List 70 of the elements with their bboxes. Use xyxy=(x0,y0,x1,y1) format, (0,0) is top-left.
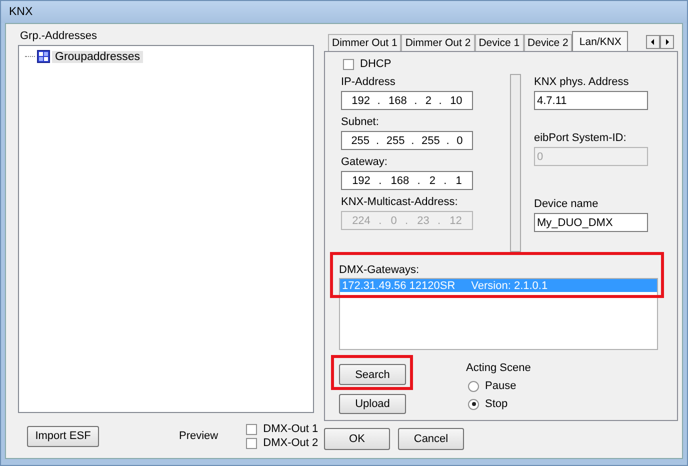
panel-title: Grp.-Addresses xyxy=(20,30,98,42)
tab[interactable]: Dimmer Out 1 xyxy=(328,34,402,51)
octet-separator: . xyxy=(444,174,448,186)
field-label: IP-Address xyxy=(341,76,396,88)
grid-icon xyxy=(37,50,50,63)
tab-scroll-arrows[interactable] xyxy=(646,34,674,48)
octet-value: 23 xyxy=(417,214,430,226)
octet-separator: . xyxy=(404,214,409,226)
radio-button[interactable] xyxy=(468,398,479,410)
radio-button[interactable] xyxy=(468,380,479,392)
ip-address-field[interactable]: 255 . 255 . 255 . 0 xyxy=(341,131,473,150)
field-label: eibPort System-ID: xyxy=(534,132,628,144)
ip-address-field[interactable]: 192 . 168 . 2 . 1 xyxy=(341,171,473,190)
checkbox[interactable] xyxy=(343,58,354,70)
checkbox-label: DHCP xyxy=(360,58,392,70)
gateway-address: 172.31.49.56 12120SR xyxy=(342,280,456,292)
octet-value: 168 xyxy=(388,94,407,106)
tab[interactable]: Dimmer Out 2 xyxy=(401,34,475,51)
field-label: Subnet: xyxy=(341,116,380,128)
import-button[interactable]: Import ESF xyxy=(27,426,99,446)
octet-separator: . xyxy=(446,134,450,146)
search-button[interactable]: Search xyxy=(339,364,406,385)
octet-value: 12 xyxy=(450,214,462,226)
octet-value: 255 xyxy=(386,134,405,146)
octet-separator: . xyxy=(414,94,418,106)
octet-value: 10 xyxy=(450,94,462,106)
octet-value: 255 xyxy=(421,134,440,146)
checkbox[interactable] xyxy=(246,424,258,434)
octet-value: 192 xyxy=(352,94,370,106)
octet-separator: . xyxy=(378,214,383,226)
checkbox[interactable] xyxy=(246,438,258,448)
dialog-button[interactable]: Cancel xyxy=(398,428,464,450)
checkbox-label: DMX-Out 2 xyxy=(263,437,318,449)
octet-separator: . xyxy=(417,174,422,186)
radio-label: Stop xyxy=(485,398,508,410)
octet-separator: . xyxy=(378,174,383,186)
dialog-button[interactable]: OK xyxy=(324,428,390,450)
upload-button[interactable]: Upload xyxy=(339,394,406,414)
octet-value: 0 xyxy=(390,214,397,226)
field-label: Device name xyxy=(534,198,600,210)
octet-separator: . xyxy=(438,214,442,226)
text-field[interactable]: 4.7.11 xyxy=(534,91,648,110)
window-title: KNX xyxy=(9,6,33,18)
group-label: Acting Scene xyxy=(466,362,531,374)
field-label: Gateway: xyxy=(341,156,388,168)
octet-separator: . xyxy=(376,134,380,146)
octet-value: 2 xyxy=(425,94,432,106)
text-field[interactable]: My_DUO_DMX xyxy=(534,213,648,232)
ip-address-field[interactable]: 192 . 168 . 2 . 10 xyxy=(341,91,473,110)
tree-item[interactable]: Groupaddresses xyxy=(52,50,144,62)
octet-separator: . xyxy=(438,94,443,106)
octet-value: 168 xyxy=(390,174,410,186)
tab[interactable]: Lan/KNX xyxy=(572,31,628,51)
octet-value: 224 xyxy=(352,214,370,226)
octet-value: 255 xyxy=(351,134,370,146)
octet-value: 0 xyxy=(456,134,463,146)
field-label: KNX phys. Address xyxy=(534,76,630,88)
radio-label: Pause xyxy=(485,380,516,392)
octet-separator: . xyxy=(411,134,416,146)
field-label: DMX-Gateways: xyxy=(339,264,420,276)
octet-value: 2 xyxy=(429,174,436,186)
octet-separator: . xyxy=(377,94,382,106)
preview-label: Preview xyxy=(179,430,218,442)
tab[interactable]: Device 1 xyxy=(474,34,524,51)
octet-value: 1 xyxy=(456,174,462,186)
checkbox-label: DMX-Out 1 xyxy=(263,423,318,435)
field-label: KNX-Multicast-Address: xyxy=(341,196,459,208)
tab[interactable]: Device 2 xyxy=(524,34,572,51)
gateway-version: Version: 2.1.0.1 xyxy=(471,280,548,292)
octet-value: 192 xyxy=(352,174,370,186)
